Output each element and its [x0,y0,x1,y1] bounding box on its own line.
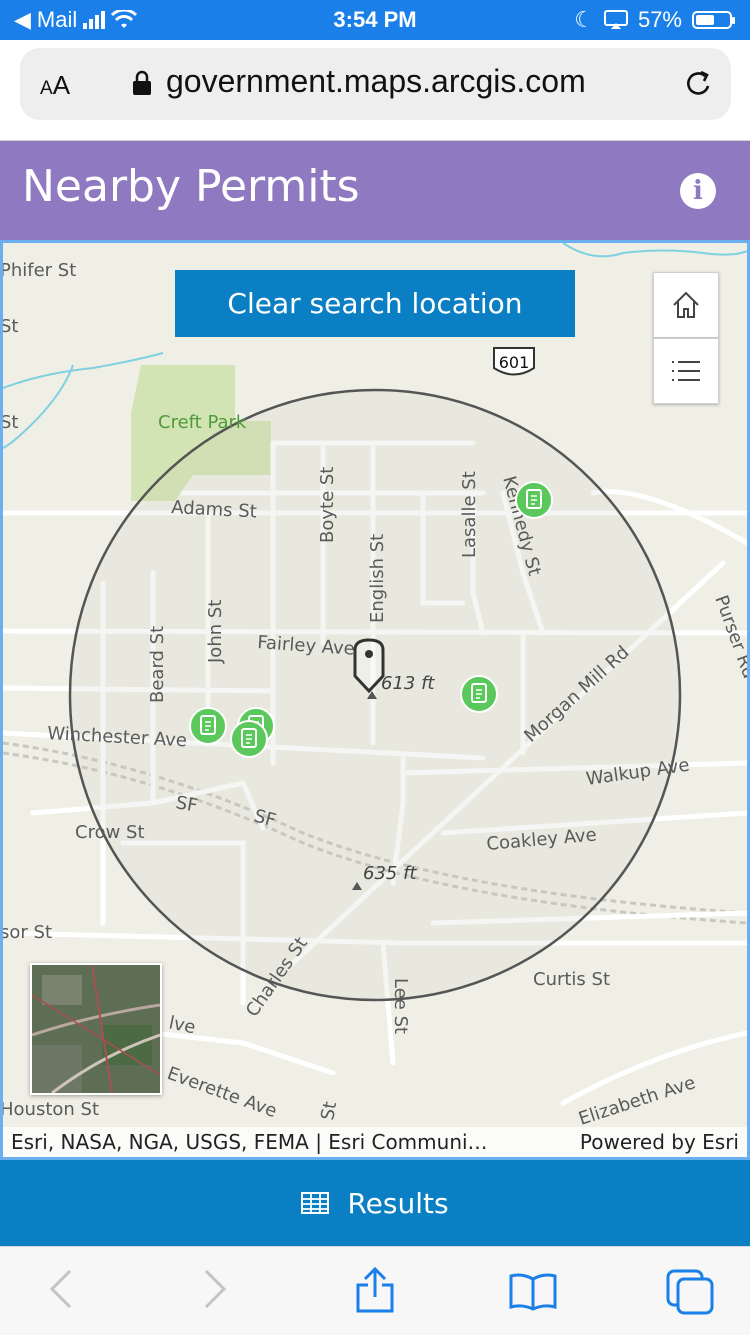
street-label: Lee St [390,978,411,1034]
back-icon[interactable] [46,1267,76,1311]
clear-search-location-button[interactable]: Clear search location [175,270,575,337]
street-label: Houston St [3,1099,99,1120]
info-icon: i [693,176,703,206]
tabs-icon[interactable] [664,1267,716,1315]
layer-list-button[interactable] [653,338,719,404]
street-label: Curtis St [533,969,610,990]
permit-marker[interactable] [515,481,553,519]
table-icon [301,1192,330,1214]
street-label: English St [367,534,388,623]
map-attribution: Esri, NASA, NGA, USGS, FEMA | Esri Commu… [3,1127,747,1157]
highway-label: 601 [499,353,530,372]
text-size-button[interactable]: AA [40,70,70,101]
browser-address-area: AA government.maps.arcgis.com [0,40,750,141]
street-label: St [3,316,18,337]
satellite-thumbnail [32,965,160,1093]
street-label: Purser Rd [710,593,747,682]
creek [562,243,747,258]
permit-marker[interactable] [189,707,227,745]
street-label: St [3,412,18,433]
park-label: Creft Park [158,412,247,433]
attribution-text[interactable]: Esri, NASA, NGA, USGS, FEMA | Esri Commu… [11,1130,488,1154]
street-label: Elizabeth Ave [576,1072,698,1130]
home-icon [673,291,699,318]
results-button[interactable]: Results [0,1160,750,1246]
address-bar[interactable]: AA government.maps.arcgis.com [20,48,731,120]
browser-toolbar [0,1246,750,1335]
street-label: Boyte St [317,467,338,543]
results-label: Results [347,1186,449,1220]
battery-percent: 57% [637,7,682,32]
lock-icon [133,70,151,95]
forward-icon[interactable] [200,1267,230,1311]
street-label: Beard St [147,626,168,703]
url-text: government.maps.arcgis.com [166,63,586,99]
street-label: St [317,1100,341,1122]
permit-marker[interactable] [460,675,498,713]
street-label: sor St [3,922,52,943]
home-button[interactable] [653,272,719,338]
status-right: ☾ 57% [574,7,735,33]
do-not-disturb-icon: ☾ [574,7,594,32]
bookmarks-icon[interactable] [508,1271,558,1311]
elevation-label: 613 ft [381,673,435,694]
share-icon[interactable] [354,1265,396,1315]
elevation-label: 635 ft [363,863,417,884]
layer-list-icon [672,361,700,381]
street-label: Lasalle St [459,471,480,558]
street-label: Crow St [75,822,145,843]
street-label: Everette Ave [164,1063,279,1122]
street-label: Phifer St [3,260,76,281]
battery-icon [692,11,735,29]
reload-icon[interactable] [683,68,715,100]
app-header: Nearby Permits i [0,141,750,240]
powered-by-esri[interactable]: Powered by Esri [580,1130,739,1154]
page-title: Nearby Permits [22,161,360,212]
highway-shield: 601 [493,347,535,376]
status-bar: ◀ Mail 3:54 PM ☾ 57% [0,0,750,40]
permit-marker[interactable] [230,720,268,758]
street-label: SF [174,792,199,816]
map-view[interactable]: 601 Phifer St St St Adams St Boyte St En… [0,240,750,1160]
info-button[interactable]: i [680,173,716,209]
street-label: Adams St [171,497,258,522]
street-label: John St [205,600,226,664]
screen-mirroring-icon [603,10,628,29]
overview-map[interactable] [30,963,162,1095]
